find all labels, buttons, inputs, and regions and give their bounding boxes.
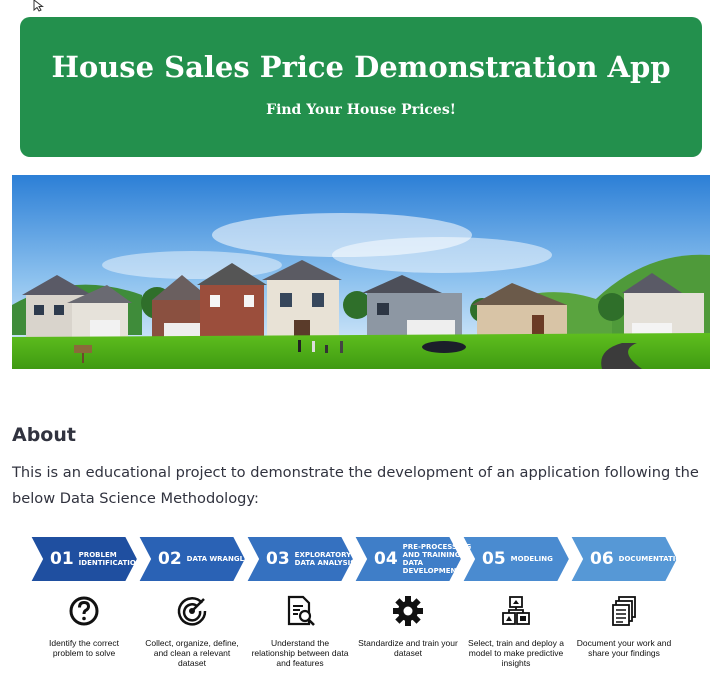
step-detail-01: Identify the correct problem to solve [30, 594, 138, 658]
chevron-step-01 [30, 536, 140, 582]
chevron-step-02 [136, 536, 248, 582]
step-detail-04: Standardize and train your dataset [354, 594, 462, 658]
hero-houses-image [12, 175, 710, 369]
mouse-cursor-icon [33, 0, 44, 12]
step-description: Collect, organize, define, and clean a r… [145, 638, 239, 668]
methodology-chevrons [30, 536, 680, 582]
documents-icon [612, 596, 636, 626]
app-subtitle: Find Your House Prices! [266, 102, 456, 118]
step-detail-02: Collect, organize, define, and clean a r… [138, 594, 246, 668]
target-icon [177, 597, 207, 626]
step-description: Document your work and share your findin… [576, 638, 672, 658]
question-icon [69, 596, 99, 626]
chevron-step-06 [568, 536, 680, 582]
step-description: Standardize and train your dataset [358, 638, 458, 658]
methodology-infographic: 01 PROBLEM IDENTIFICATION 02 DATA WRANGLING… [30, 536, 692, 676]
document-search-icon [287, 595, 315, 626]
step-detail-06: Document your work and share your findin… [570, 594, 678, 658]
step-detail-05: Select, train and deploy a model to make… [462, 594, 570, 668]
step-description: Select, train and deploy a model to make… [468, 638, 564, 668]
about-description: This is an educational project to demons… [12, 464, 699, 507]
app-title: House Sales Price Demonstration App [51, 50, 671, 84]
chevron-step-05 [460, 536, 572, 582]
gear-icon [393, 596, 423, 626]
step-description: Understand the relationship between data… [251, 638, 349, 668]
about-heading: About [12, 424, 76, 446]
step-detail-03: Understand the relationship between data… [246, 594, 354, 668]
header-banner: House Sales Price Demonstration App Find… [20, 17, 702, 157]
chevron-step-03 [244, 536, 356, 582]
step-description: Identify the correct problem to solve [49, 638, 119, 658]
blocks-icon [502, 596, 530, 625]
chevron-step-04 [352, 536, 464, 582]
